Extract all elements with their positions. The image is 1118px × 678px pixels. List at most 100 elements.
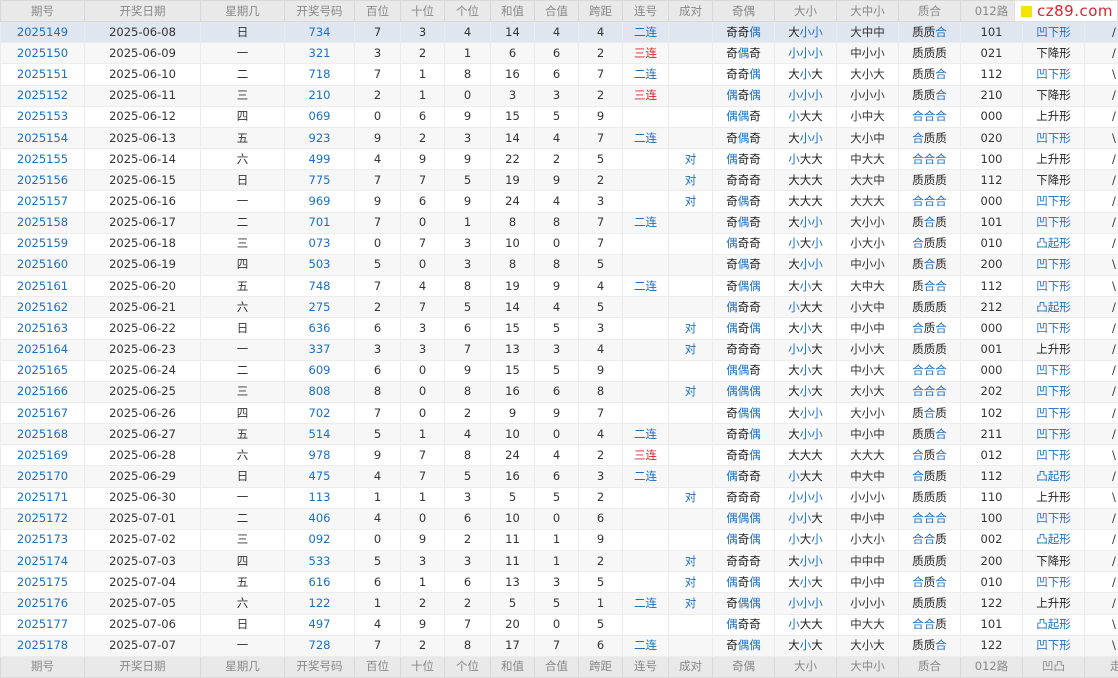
cell-期号[interactable]: 2025175 <box>1 572 85 593</box>
cell-个位: 5 <box>445 297 491 318</box>
cell-期号[interactable]: 2025157 <box>1 191 85 212</box>
cell-百位: 6 <box>355 572 401 593</box>
cell-期号[interactable]: 2025176 <box>1 593 85 614</box>
cell-开奖号码[interactable]: 321 <box>285 43 355 64</box>
table-row[interactable]: 20251622025-06-21六2752751445偶奇奇小大大小大中质质质… <box>1 297 1118 318</box>
cell-期号[interactable]: 2025177 <box>1 614 85 635</box>
table-row[interactable]: 20251682025-06-27五5145141004二连奇奇偶大小小中小中质… <box>1 424 1118 445</box>
cell-奇偶: 偶奇奇 <box>713 149 775 170</box>
cell-期号[interactable]: 2025153 <box>1 106 85 127</box>
table-row[interactable]: 20251742025-07-03四5335331112对奇奇奇大小小中中中质质… <box>1 551 1118 572</box>
cell-期号[interactable]: 2025162 <box>1 297 85 318</box>
cell-期号[interactable]: 2025168 <box>1 424 85 445</box>
table-row[interactable]: 20251582025-06-17二701701887二连奇偶奇大小小大小小质合… <box>1 212 1118 233</box>
cell-开奖号码[interactable]: 748 <box>285 276 355 297</box>
table-row[interactable]: 20251642025-06-23一3373371334对奇奇奇小小大小小大质质… <box>1 339 1118 360</box>
cell-期号[interactable]: 2025149 <box>1 22 85 43</box>
cell-连号 <box>623 529 669 550</box>
site-logo[interactable]: cz89.com <box>1014 0 1118 22</box>
cell-期号[interactable]: 2025178 <box>1 635 85 656</box>
table-row[interactable]: 20251702025-06-29日4754751663二连偶奇奇小大大中大中合… <box>1 466 1118 487</box>
cell-十位: 1 <box>401 85 445 106</box>
table-row[interactable]: 20251732025-07-02三0920921119偶奇偶小大小小大小合合质… <box>1 529 1118 550</box>
table-row[interactable]: 20251492025-06-08日7347341444二连奇奇偶大小小大中中质… <box>1 22 1118 43</box>
table-row[interactable]: 20251502025-06-09一321321662三连奇偶奇小小小中小小质质… <box>1 43 1118 64</box>
cell-大小: 大小大 <box>775 381 837 402</box>
cell-期号[interactable]: 2025160 <box>1 254 85 275</box>
table-row[interactable]: 20251652025-06-24二6096091559偶偶奇大小大中小大合合合… <box>1 360 1118 381</box>
table-row[interactable]: 20251602025-06-19四503503885奇偶奇大小小中小小质合质2… <box>1 254 1118 275</box>
cell-开奖号码[interactable]: 503 <box>285 254 355 275</box>
cell-开奖号码[interactable]: 113 <box>285 487 355 508</box>
cell-开奖号码[interactable]: 497 <box>285 614 355 635</box>
cell-期号[interactable]: 2025161 <box>1 276 85 297</box>
cell-期号[interactable]: 2025158 <box>1 212 85 233</box>
table-row[interactable]: 20251522025-06-11三210210332三连偶奇偶小小小小小小质质… <box>1 85 1118 106</box>
cell-期号[interactable]: 2025167 <box>1 402 85 423</box>
cell-开奖号码[interactable]: 275 <box>285 297 355 318</box>
cell-开奖号码[interactable]: 337 <box>285 339 355 360</box>
cell-开奖号码[interactable]: 718 <box>285 64 355 85</box>
cell-开奖号码[interactable]: 514 <box>285 424 355 445</box>
cell-成对 <box>669 508 713 529</box>
cell-期号[interactable]: 2025173 <box>1 529 85 550</box>
table-row[interactable]: 20251772025-07-06日4974972005偶奇奇小大大中大大合合质… <box>1 614 1118 635</box>
cell-期号[interactable]: 2025152 <box>1 85 85 106</box>
cell-开奖号码[interactable]: 923 <box>285 127 355 148</box>
cell-期号[interactable]: 2025170 <box>1 466 85 487</box>
cell-开奖号码[interactable]: 734 <box>285 22 355 43</box>
cell-开奖号码[interactable]: 533 <box>285 551 355 572</box>
cell-期号[interactable]: 2025169 <box>1 445 85 466</box>
cell-期号[interactable]: 2025155 <box>1 149 85 170</box>
cell-期号[interactable]: 2025172 <box>1 508 85 529</box>
cell-开奖号码[interactable]: 728 <box>285 635 355 656</box>
cell-开奖号码[interactable]: 616 <box>285 572 355 593</box>
cell-开奖号码[interactable]: 069 <box>285 106 355 127</box>
cell-期号[interactable]: 2025156 <box>1 170 85 191</box>
table-row[interactable]: 20251662025-06-25三8088081668对偶偶偶大小大大小大合合… <box>1 381 1118 402</box>
cell-开奖号码[interactable]: 499 <box>285 149 355 170</box>
table-row[interactable]: 20251532025-06-12四0690691559偶偶奇小大大小中大合合合… <box>1 106 1118 127</box>
cell-开奖号码[interactable]: 775 <box>285 170 355 191</box>
table-row[interactable]: 20251612025-06-20五7487481994二连奇偶偶大小大大中大质… <box>1 276 1118 297</box>
table-row[interactable]: 20251562025-06-15日7757751992对奇奇奇大大大大大中质质… <box>1 170 1118 191</box>
table-row[interactable]: 20251762025-07-05六122122551二连对奇偶偶小小小小小小质… <box>1 593 1118 614</box>
cell-开奖号码[interactable]: 702 <box>285 402 355 423</box>
cell-期号[interactable]: 2025174 <box>1 551 85 572</box>
cell-期号[interactable]: 2025154 <box>1 127 85 148</box>
cell-开奖号码[interactable]: 969 <box>285 191 355 212</box>
table-row[interactable]: 20251572025-06-16一9699692443对奇偶奇大大大大大大合合… <box>1 191 1118 212</box>
cell-期号[interactable]: 2025164 <box>1 339 85 360</box>
cell-开奖号码[interactable]: 808 <box>285 381 355 402</box>
cell-开奖号码[interactable]: 210 <box>285 85 355 106</box>
cell-质合: 质质合 <box>899 635 961 656</box>
cell-开奖号码[interactable]: 701 <box>285 212 355 233</box>
table-row[interactable]: 20251712025-06-30一113113552对奇奇奇小小小小小小质质质… <box>1 487 1118 508</box>
cell-开奖号码[interactable]: 475 <box>285 466 355 487</box>
cell-期号[interactable]: 2025159 <box>1 233 85 254</box>
cell-期号[interactable]: 2025171 <box>1 487 85 508</box>
cell-开奖号码[interactable]: 406 <box>285 508 355 529</box>
cell-开奖号码[interactable]: 636 <box>285 318 355 339</box>
cell-期号[interactable]: 2025165 <box>1 360 85 381</box>
table-row[interactable]: 20251692025-06-28六9789782442三连奇奇偶大大大大大大合… <box>1 445 1118 466</box>
table-row[interactable]: 20251672025-06-26四702702997奇偶偶大小小大小小质合质1… <box>1 402 1118 423</box>
cell-开奖号码[interactable]: 609 <box>285 360 355 381</box>
cell-期号[interactable]: 2025150 <box>1 43 85 64</box>
cell-百位: 7 <box>355 212 401 233</box>
cell-开奖号码[interactable]: 092 <box>285 529 355 550</box>
cell-开奖号码[interactable]: 122 <box>285 593 355 614</box>
table-row[interactable]: 20251752025-07-04五6166161335对偶奇偶大小大中小中合质… <box>1 572 1118 593</box>
table-row[interactable]: 20251632025-06-22日6366361553对偶奇偶大小大中小中合质… <box>1 318 1118 339</box>
table-row[interactable]: 20251552025-06-14六4994992225对偶奇奇小大大中大大合合… <box>1 149 1118 170</box>
table-row[interactable]: 20251512025-06-10二7187181667二连奇奇偶大小大大小大质… <box>1 64 1118 85</box>
cell-期号[interactable]: 2025166 <box>1 381 85 402</box>
table-row[interactable]: 20251782025-07-07一7287281776二连奇偶偶大小大大小大质… <box>1 635 1118 656</box>
table-row[interactable]: 20251722025-07-01二4064061006偶偶偶小小大中小中合合合… <box>1 508 1118 529</box>
cell-开奖号码[interactable]: 978 <box>285 445 355 466</box>
cell-开奖号码[interactable]: 073 <box>285 233 355 254</box>
table-row[interactable]: 20251592025-06-18三0730731007偶奇奇小大小小大小合质质… <box>1 233 1118 254</box>
cell-期号[interactable]: 2025163 <box>1 318 85 339</box>
cell-期号[interactable]: 2025151 <box>1 64 85 85</box>
table-row[interactable]: 20251542025-06-13五9239231447二连奇偶奇大小小大小中合… <box>1 127 1118 148</box>
